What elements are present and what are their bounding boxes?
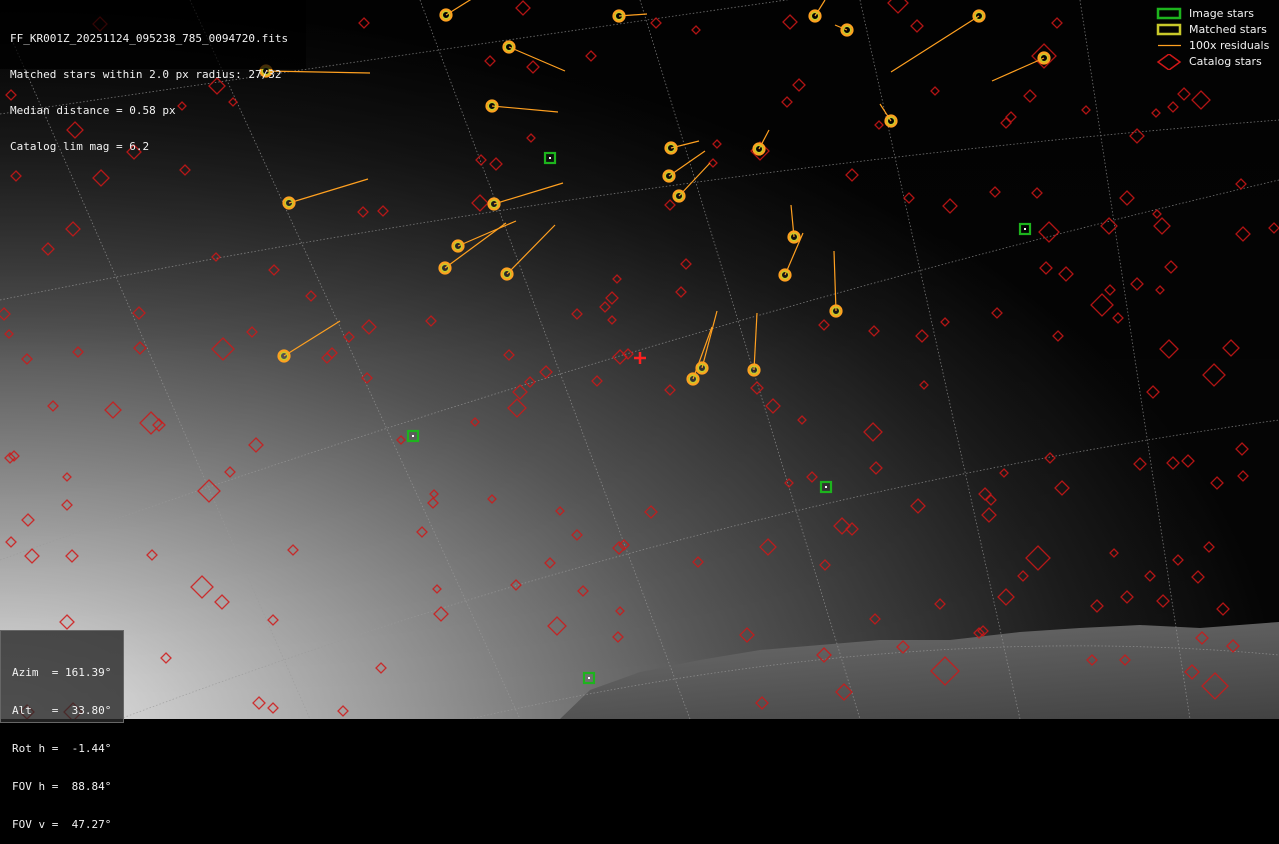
pointing-panel: Azim = 161.39° Alt = 33.80° Rot h = -1.4… xyxy=(0,630,124,831)
image-star-core xyxy=(825,486,827,488)
info-panel: FF_KR001Z_20251124_095238_785_0094720.fi… xyxy=(0,0,306,153)
alt-text: Alt = 33.80° xyxy=(12,704,112,717)
legend-label-residuals: 100x residuals xyxy=(1189,39,1270,52)
catalog-star-swatch-icon xyxy=(1156,54,1182,70)
fov-h-text: FOV h = 88.84° xyxy=(12,780,112,793)
legend-item-residuals: 100x residuals xyxy=(1155,38,1269,54)
azim-text: Azim = 161.39° xyxy=(12,666,112,679)
median-distance-text: Median distance = 0.58 px xyxy=(10,104,176,117)
image-star-core xyxy=(549,157,551,159)
legend-label-matched-stars: Matched stars xyxy=(1189,23,1267,36)
fov-v-text: FOV v = 47.27° xyxy=(12,818,112,831)
legend-item-catalog-stars: Catalog stars xyxy=(1155,54,1269,70)
image-star-core xyxy=(1024,228,1026,230)
image-star-swatch-icon xyxy=(1156,7,1182,20)
legend-item-image-stars: Image stars xyxy=(1155,6,1269,22)
legend-label-image-stars: Image stars xyxy=(1189,7,1254,20)
legend-label-catalog-stars: Catalog stars xyxy=(1189,55,1262,68)
legend-item-matched-stars: Matched stars xyxy=(1155,22,1269,38)
image-star-core xyxy=(412,435,414,437)
image-star-core xyxy=(588,677,590,679)
matched-star-swatch-icon xyxy=(1156,23,1182,36)
residual-swatch-icon xyxy=(1158,44,1181,47)
legend: Image stars Matched stars 100x residuals… xyxy=(1155,6,1269,70)
catalog-lim-mag-text: Catalog lim mag = 6.2 xyxy=(10,140,150,153)
matched-stars-text: Matched stars within 2.0 px radius: 27/3… xyxy=(10,68,282,81)
fits-filename: FF_KR001Z_20251124_095238_785_0094720.fi… xyxy=(10,32,289,45)
rot-h-text: Rot h = -1.44° xyxy=(12,742,112,755)
